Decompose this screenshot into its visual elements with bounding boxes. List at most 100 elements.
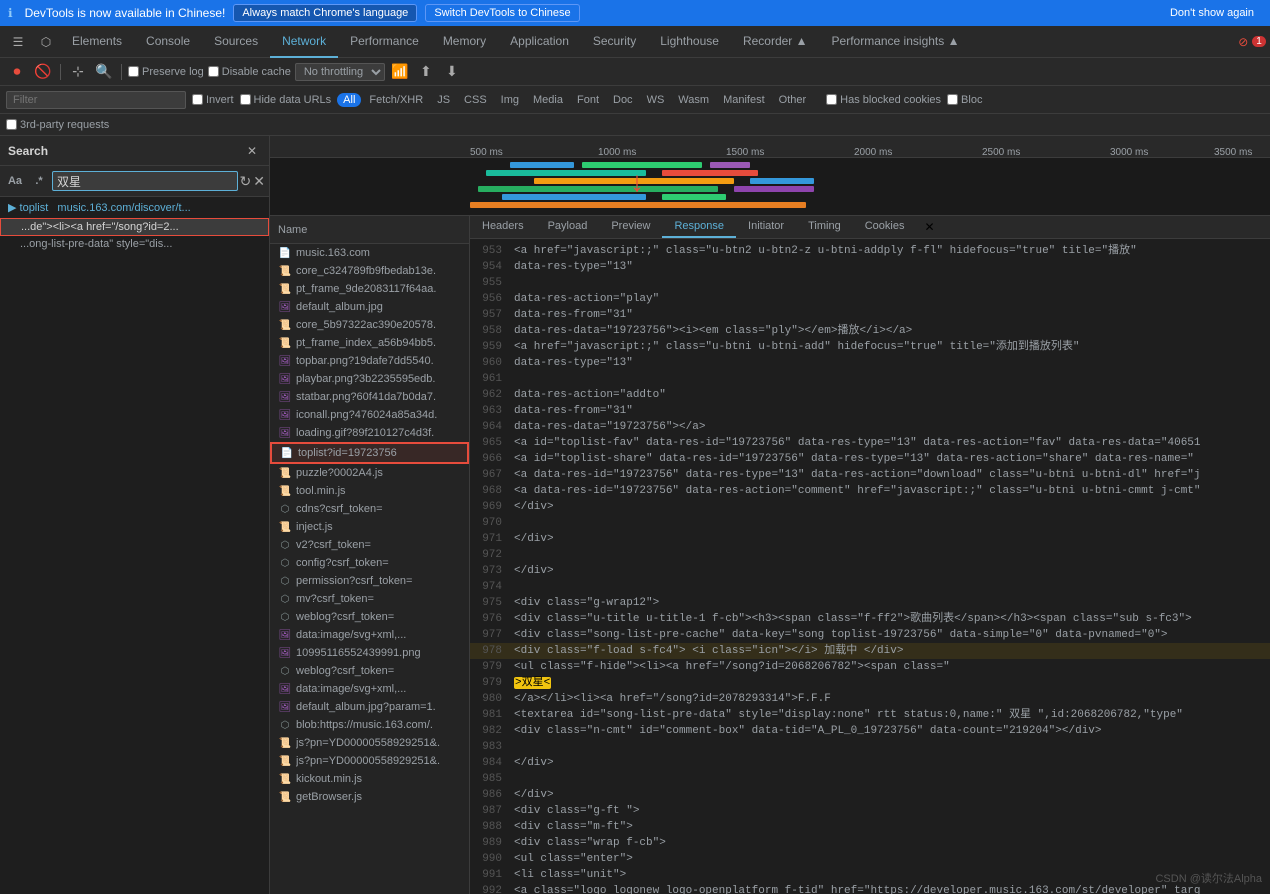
search-clear-button[interactable]: ✕ — [253, 173, 265, 190]
filter-type-js[interactable]: JS — [431, 93, 456, 107]
upload-icon[interactable]: ⬆ — [415, 61, 437, 83]
tab-memory[interactable]: Memory — [431, 26, 498, 58]
filter-type-img[interactable]: Img — [495, 93, 525, 107]
request-item-22[interactable]: 🖼 10995116552439991.png — [270, 644, 469, 662]
search-result-978[interactable]: ...de"><li><a href="/song?id=2... — [0, 218, 269, 236]
tab-performance-insights[interactable]: Performance insights ▲ — [820, 26, 972, 58]
hide-data-urls-checkbox[interactable] — [240, 94, 251, 105]
filter-type-wasm[interactable]: Wasm — [672, 93, 715, 107]
resize-handle[interactable] — [465, 216, 469, 243]
request-item-8[interactable]: 🖼 statbar.png?60f41da7b0da7. — [270, 388, 469, 406]
devtools-error-count[interactable]: ⊘ 1 — [1238, 28, 1266, 56]
request-item-13[interactable]: 📜 tool.min.js — [270, 482, 469, 500]
request-item-6[interactable]: 🖼 topbar.png?19dafe7dd5540. — [270, 352, 469, 370]
search-button[interactable]: 🔍 — [93, 61, 115, 83]
request-item-10[interactable]: 🖼 loading.gif?89f210127c4d3f. — [270, 424, 469, 442]
detail-tab-timing[interactable]: Timing — [796, 216, 853, 238]
filter-type-ws[interactable]: WS — [641, 93, 671, 107]
search-regex-button[interactable]: .* — [28, 170, 50, 192]
request-item-23[interactable]: ⬡ weblog?csrf_token= — [270, 662, 469, 680]
wifi-icon[interactable]: 📶 — [389, 61, 411, 83]
filter-type-css[interactable]: CSS — [458, 93, 493, 107]
request-item-30[interactable]: 📜 getBrowser.js — [270, 788, 469, 806]
request-item-1[interactable]: 📜 core_c324789fb9fbedab13e. — [270, 262, 469, 280]
request-item-16[interactable]: ⬡ v2?csrf_token= — [270, 536, 469, 554]
search-refresh-button[interactable]: ↻ — [240, 173, 252, 190]
tab-security[interactable]: Security — [581, 26, 648, 58]
request-item-0[interactable]: 📄 music.163.com — [270, 244, 469, 262]
blocked-label[interactable]: Bloc — [947, 94, 982, 106]
tab-application[interactable]: Application — [498, 26, 581, 58]
dont-show-again-button[interactable]: Don't show again — [1162, 5, 1262, 21]
always-match-button[interactable]: Always match Chrome's language — [233, 4, 417, 22]
detail-tab-preview[interactable]: Preview — [599, 216, 662, 238]
filter-button[interactable]: ⊹ — [67, 61, 89, 83]
tab-network[interactable]: Network — [270, 26, 338, 58]
request-item-2[interactable]: 📜 pt_frame_9de2083117f64aa. — [270, 280, 469, 298]
throttle-select[interactable]: No throttling Fast 3G Slow 3G Offline — [295, 63, 385, 81]
request-item-24[interactable]: 🖼 data:image/svg+xml,... — [270, 680, 469, 698]
devtools-menu-icon[interactable]: ☰ — [4, 28, 32, 56]
third-party-checkbox[interactable] — [6, 119, 17, 130]
request-item-11[interactable]: 📄 toplist?id=19723756 — [270, 442, 469, 464]
blocked-checkbox[interactable] — [947, 94, 958, 105]
search-result-979[interactable]: ...ong-list-pre-data" style="dis... — [0, 236, 269, 252]
blocked-cookies-checkbox[interactable] — [826, 94, 837, 105]
filter-type-all[interactable]: All — [337, 93, 361, 107]
filter-input[interactable] — [6, 91, 186, 109]
detail-tab-payload[interactable]: Payload — [536, 216, 600, 238]
request-item-14[interactable]: ⬡ cdns?csrf_token= — [270, 500, 469, 518]
request-item-9[interactable]: 🖼 iconall.png?476024a85a34d. — [270, 406, 469, 424]
filter-type-manifest[interactable]: Manifest — [717, 93, 771, 107]
request-item-25[interactable]: 🖼 default_album.jpg?param=1. — [270, 698, 469, 716]
request-item-27[interactable]: 📜 js?pn=YD00000558929251&. — [270, 734, 469, 752]
filter-type-other[interactable]: Other — [773, 93, 813, 107]
request-item-21[interactable]: 🖼 data:image/svg+xml,... — [270, 626, 469, 644]
preserve-log-label[interactable]: Preserve log — [128, 66, 204, 78]
request-item-5[interactable]: 📜 pt_frame_index_a56b94bb5. — [270, 334, 469, 352]
blocked-cookies-label[interactable]: Has blocked cookies — [826, 94, 941, 106]
request-item-19[interactable]: ⬡ mv?csrf_token= — [270, 590, 469, 608]
disable-cache-label[interactable]: Disable cache — [208, 66, 291, 78]
response-close-button[interactable]: ✕ — [924, 216, 934, 238]
request-item-18[interactable]: ⬡ permission?csrf_token= — [270, 572, 469, 590]
detail-tab-cookies[interactable]: Cookies — [853, 216, 917, 238]
tab-lighthouse[interactable]: Lighthouse — [648, 26, 731, 58]
tab-console[interactable]: Console — [134, 26, 202, 58]
request-item-15[interactable]: 📜 inject.js — [270, 518, 469, 536]
filter-type-font[interactable]: Font — [571, 93, 605, 107]
hide-data-urls-label[interactable]: Hide data URLs — [240, 94, 332, 106]
download-icon[interactable]: ⬇ — [441, 61, 463, 83]
search-text-input[interactable] — [52, 171, 238, 191]
request-item-4[interactable]: 📜 core_5b97322ac390e20578. — [270, 316, 469, 334]
third-party-label[interactable]: 3rd-party requests — [6, 119, 109, 131]
invert-label[interactable]: Invert — [192, 94, 234, 106]
disable-cache-checkbox[interactable] — [208, 66, 219, 77]
request-item-28[interactable]: 📜 js?pn=YD00000558929251&. — [270, 752, 469, 770]
filter-type-doc[interactable]: Doc — [607, 93, 639, 107]
tab-performance[interactable]: Performance — [338, 26, 431, 58]
detail-tab-headers[interactable]: Headers — [470, 216, 536, 238]
invert-checkbox[interactable] — [192, 94, 203, 105]
detail-tab-response[interactable]: Response — [662, 216, 736, 238]
devtools-pin-icon[interactable]: ⬡ — [32, 28, 60, 56]
request-item-20[interactable]: ⬡ weblog?csrf_token= — [270, 608, 469, 626]
request-item-26[interactable]: ⬡ blob:https://music.163.com/. — [270, 716, 469, 734]
request-item-29[interactable]: 📜 kickout.min.js — [270, 770, 469, 788]
detail-tab-initiator[interactable]: Initiator — [736, 216, 796, 238]
search-close-button[interactable]: ✕ — [243, 142, 261, 160]
request-item-3[interactable]: 🖼 default_album.jpg — [270, 298, 469, 316]
request-item-7[interactable]: 🖼 playbar.png?3b2235595edb. — [270, 370, 469, 388]
filter-type-media[interactable]: Media — [527, 93, 569, 107]
filter-type-fetch[interactable]: Fetch/XHR — [363, 93, 429, 107]
switch-to-chinese-button[interactable]: Switch DevTools to Chinese — [425, 4, 579, 22]
request-item-17[interactable]: ⬡ config?csrf_token= — [270, 554, 469, 572]
record-button[interactable]: ⏺ — [6, 61, 28, 83]
tab-elements[interactable]: Elements — [60, 26, 134, 58]
preserve-log-checkbox[interactable] — [128, 66, 139, 77]
request-item-12[interactable]: 📜 puzzle?0002A4.js — [270, 464, 469, 482]
search-group-toplist[interactable]: ▶ toplist music.163.com/discover/t... — [0, 197, 269, 218]
clear-button[interactable]: 🚫 — [32, 61, 54, 83]
search-case-sensitive-button[interactable]: Aa — [4, 170, 26, 192]
tab-sources[interactable]: Sources — [202, 26, 270, 58]
